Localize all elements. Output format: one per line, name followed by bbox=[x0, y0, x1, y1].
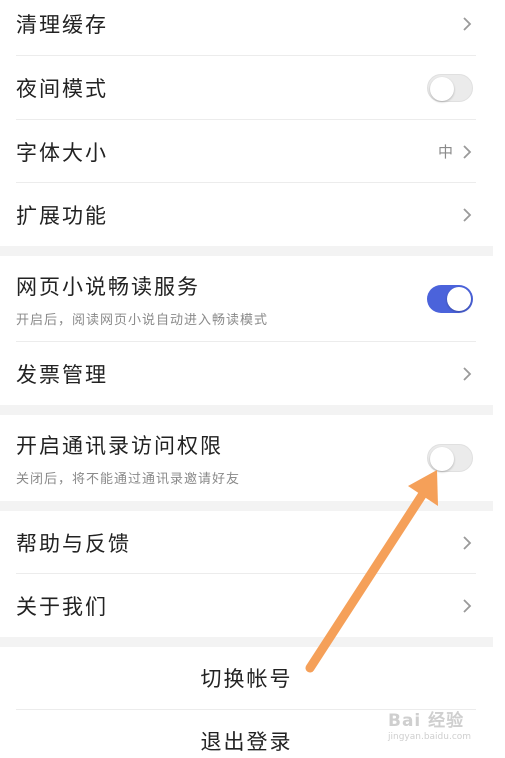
setting-label: 关于我们 bbox=[16, 594, 108, 619]
section-gap bbox=[0, 405, 493, 415]
setting-label: 夜间模式 bbox=[16, 76, 108, 101]
setting-label: 扩展功能 bbox=[16, 203, 108, 228]
chevron-right-icon bbox=[461, 533, 473, 553]
switch-account-label: 切换帐号 bbox=[200, 667, 293, 691]
setting-label: 清理缓存 bbox=[16, 12, 108, 37]
chevron-right-icon bbox=[461, 205, 473, 225]
right-edge bbox=[493, 0, 505, 758]
setting-description: 关闭后，将不能通过通讯录邀请好友 bbox=[16, 471, 241, 487]
setting-label: 帮助与反馈 bbox=[16, 531, 131, 556]
section-gap bbox=[0, 637, 493, 647]
logout-label: 退出登录 bbox=[200, 730, 293, 754]
contacts-access-toggle[interactable] bbox=[427, 444, 473, 472]
setting-contacts-access: 开启通讯录访问权限 关闭后，将不能通过通讯录邀请好友 bbox=[0, 415, 493, 501]
switch-account-button[interactable]: 切换帐号 bbox=[0, 647, 493, 709]
setting-description: 开启后，阅读网页小说自动进入畅读模式 bbox=[16, 312, 269, 328]
watermark-sub: jingyan.baidu.com bbox=[388, 732, 472, 742]
setting-label: 发票管理 bbox=[16, 362, 108, 387]
setting-invoice[interactable]: 发票管理 bbox=[0, 342, 493, 405]
setting-novel-reading: 网页小说畅读服务 开启后，阅读网页小说自动进入畅读模式 bbox=[0, 256, 493, 342]
setting-night-mode: 夜间模式 bbox=[0, 56, 493, 119]
toggle-knob bbox=[430, 76, 454, 101]
chevron-right-icon bbox=[461, 596, 473, 616]
chevron-right-icon bbox=[461, 364, 473, 384]
font-size-value: 中 bbox=[437, 143, 453, 161]
setting-label: 网页小说畅读服务 bbox=[16, 274, 200, 299]
setting-label: 字体大小 bbox=[16, 140, 108, 165]
settings-page: 清理缓存 夜间模式 字体大小 中 扩展功能 网页小说畅读服务 开启后，阅读网页小… bbox=[0, 0, 505, 758]
section-gap bbox=[0, 246, 493, 256]
setting-font-size[interactable]: 字体大小 中 bbox=[0, 120, 493, 183]
setting-help-feedback[interactable]: 帮助与反馈 bbox=[0, 511, 493, 574]
watermark-main: Bai 经验 bbox=[388, 711, 465, 731]
novel-reading-toggle[interactable] bbox=[427, 285, 473, 313]
chevron-right-icon bbox=[461, 142, 473, 162]
section-gap bbox=[0, 501, 493, 511]
toggle-knob bbox=[430, 447, 454, 471]
setting-label: 开启通讯录访问权限 bbox=[16, 433, 223, 458]
toggle-knob bbox=[447, 287, 471, 311]
watermark: Bai 经验 jingyan.baidu.com bbox=[388, 706, 471, 742]
setting-clear-cache[interactable]: 清理缓存 bbox=[0, 0, 493, 55]
chevron-right-icon bbox=[461, 14, 473, 34]
night-mode-toggle[interactable] bbox=[427, 73, 473, 102]
setting-extensions[interactable]: 扩展功能 bbox=[0, 183, 493, 246]
setting-about[interactable]: 关于我们 bbox=[0, 574, 493, 637]
